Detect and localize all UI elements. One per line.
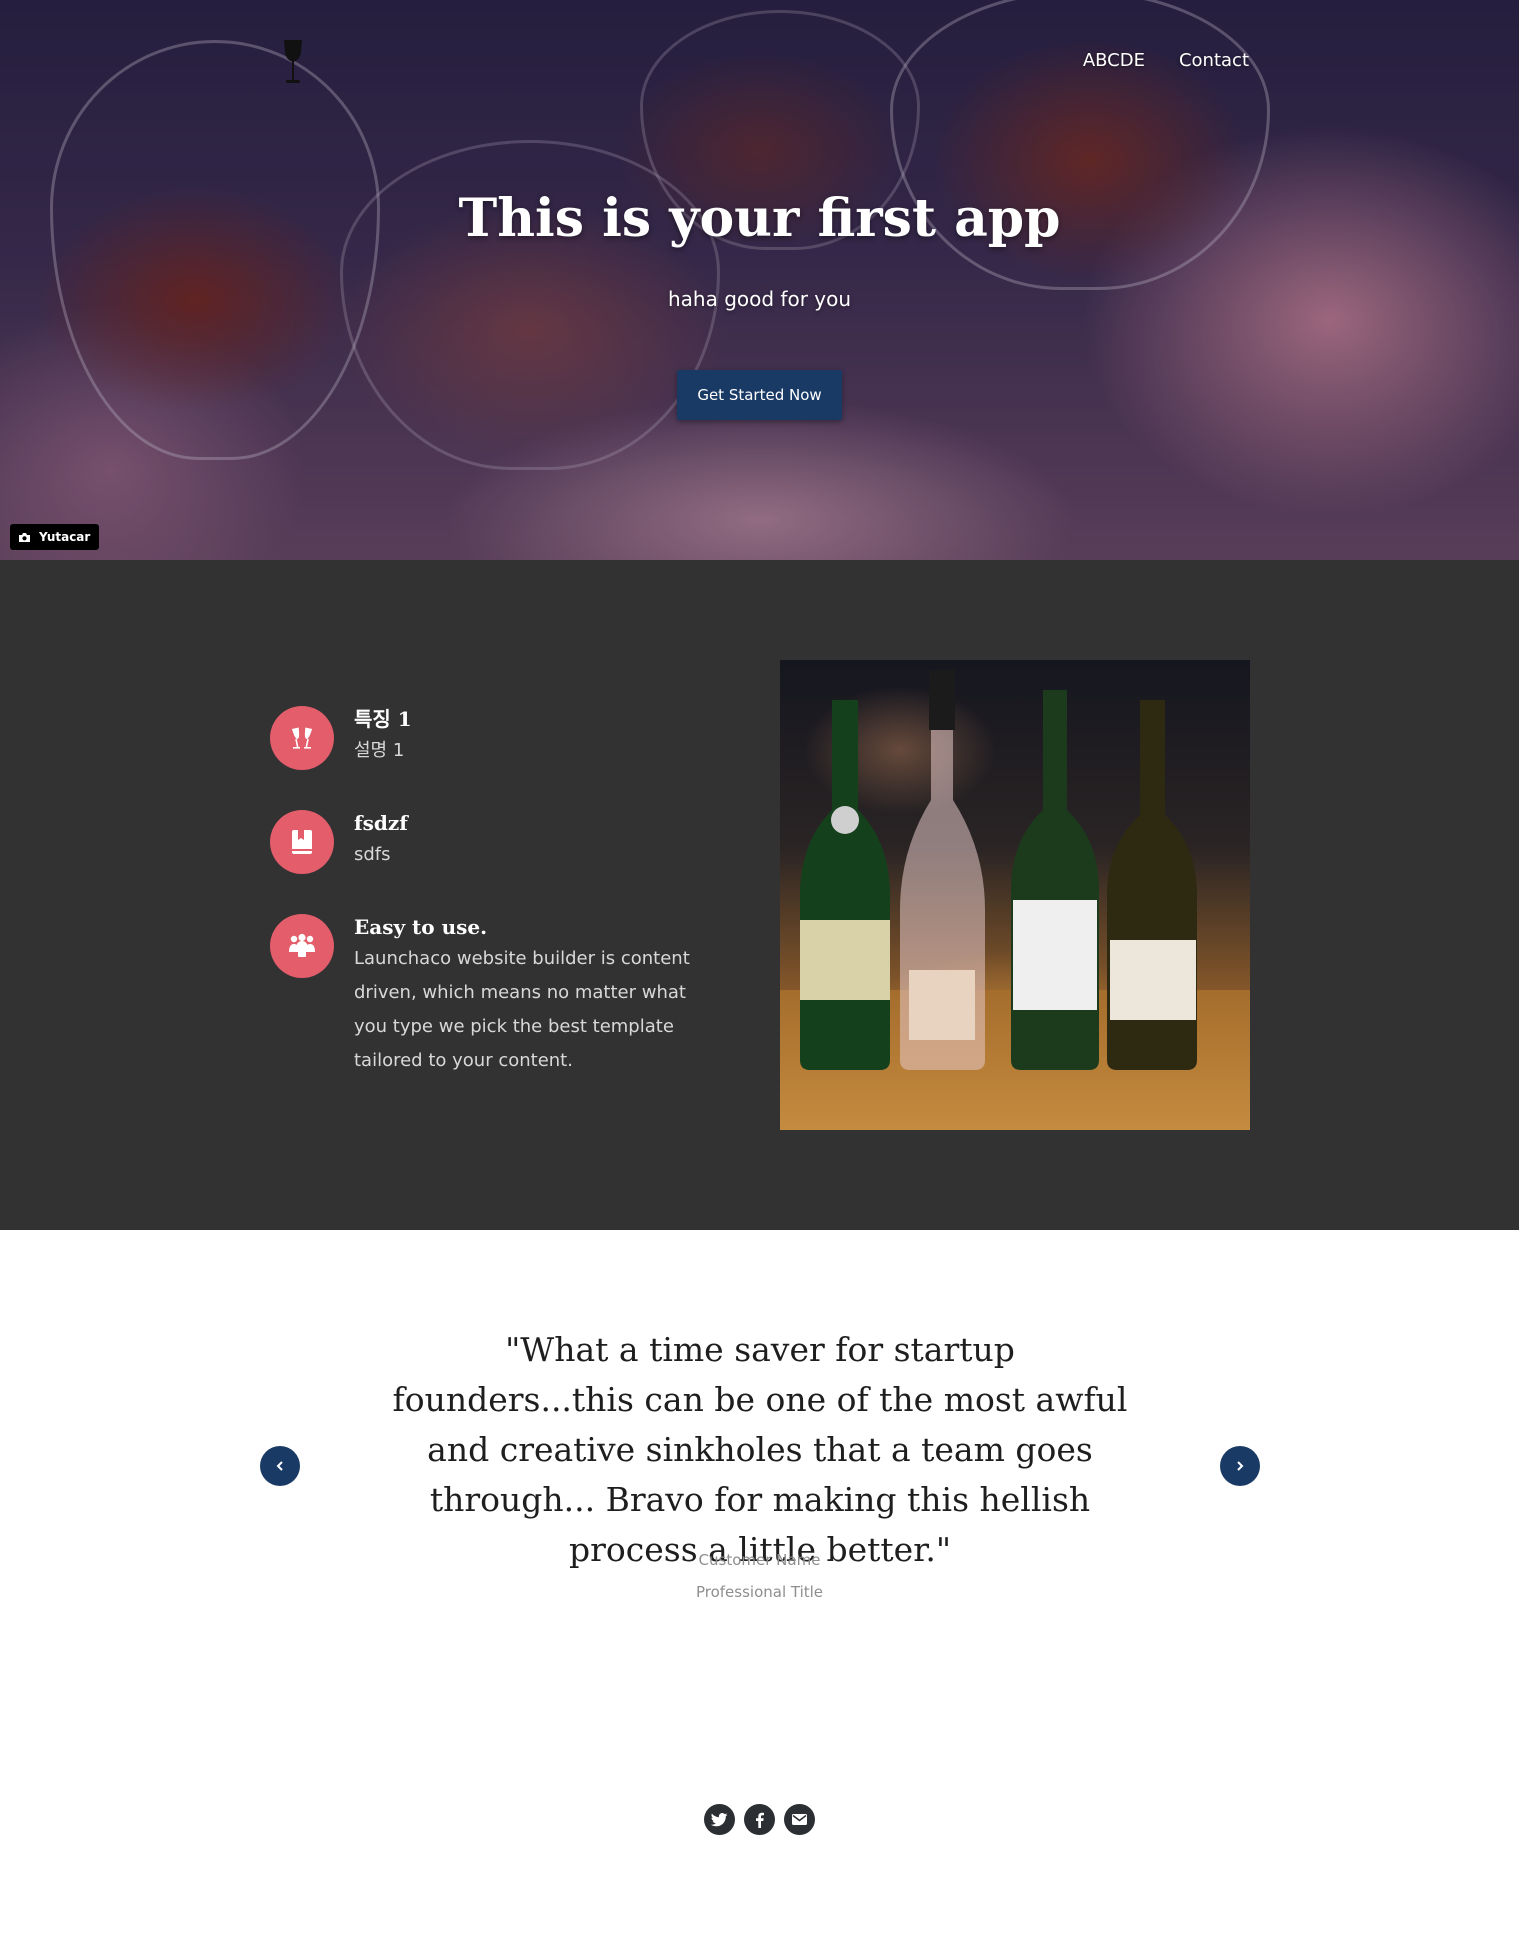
feature-description: 설명 1: [354, 740, 405, 761]
feature-icon-wrap: [270, 914, 334, 978]
book-icon: [292, 830, 312, 854]
chevron-right-icon: [1237, 1461, 1244, 1471]
feature-item: fsdzf sdfs: [270, 810, 724, 874]
get-started-button[interactable]: Get Started Now: [677, 370, 842, 420]
feature-title: 특징 1: [354, 707, 412, 731]
wine-bottles-photo: [780, 660, 1250, 1130]
email-link[interactable]: [784, 1804, 815, 1835]
hero-overlay: [0, 0, 1519, 560]
testimonial-prev-button[interactable]: [260, 1446, 300, 1486]
nav-link-contact[interactable]: Contact: [1179, 50, 1249, 71]
feature-icon-wrap: [270, 810, 334, 874]
features-section: 특징 1 설명 1 fsdzf sdfs Easy to use. Launch…: [0, 560, 1519, 1230]
people-group-icon: [289, 933, 315, 957]
green-bottle: [800, 700, 890, 1070]
clear-bottle: [900, 670, 985, 1070]
feature-item: 특징 1 설명 1: [270, 706, 724, 770]
top-nav: ABCDE Contact: [1083, 50, 1249, 71]
feature-description: sdfs: [354, 844, 391, 865]
customer-title: Professional Title: [695, 1583, 824, 1601]
feature-description: Launchaco website builder is content dri…: [354, 948, 690, 1071]
twitter-link[interactable]: [704, 1804, 735, 1835]
hero-subtitle: haha good for you: [667, 287, 852, 311]
email-icon: [792, 1814, 807, 1825]
saga-bottle: [1011, 690, 1099, 1070]
hero-title: This is your first app: [458, 188, 1061, 249]
wine-glass-logo-icon[interactable]: [280, 38, 306, 86]
facebook-icon: [756, 1812, 764, 1828]
photo-credit-badge[interactable]: Yutacar: [10, 524, 100, 550]
testimonial-section: "What a time saver for startup founders.…: [0, 1230, 1519, 1938]
feature-item: Easy to use. Launchaco website builder i…: [270, 914, 724, 1078]
barton-bottle: [1107, 700, 1197, 1070]
twitter-icon: [711, 1812, 728, 1826]
customer-name: Customer Name: [698, 1551, 821, 1569]
wine-toast-icon: [291, 727, 313, 749]
feature-title: fsdzf: [354, 811, 408, 835]
testimonial-quote: "What a time saver for startup founders.…: [392, 1330, 1128, 1569]
testimonial-next-button[interactable]: [1220, 1446, 1260, 1486]
hero-section: ABCDE Contact This is your first app hah…: [0, 0, 1519, 560]
chevron-left-icon: [276, 1461, 283, 1471]
nav-link-abcde[interactable]: ABCDE: [1083, 50, 1145, 71]
social-links: [704, 1804, 815, 1835]
feature-icon-wrap: [270, 706, 334, 770]
camera-icon: [19, 532, 30, 542]
photo-credit-name: Yutacar: [39, 530, 91, 544]
facebook-link[interactable]: [744, 1804, 775, 1835]
feature-title: Easy to use.: [354, 915, 488, 939]
